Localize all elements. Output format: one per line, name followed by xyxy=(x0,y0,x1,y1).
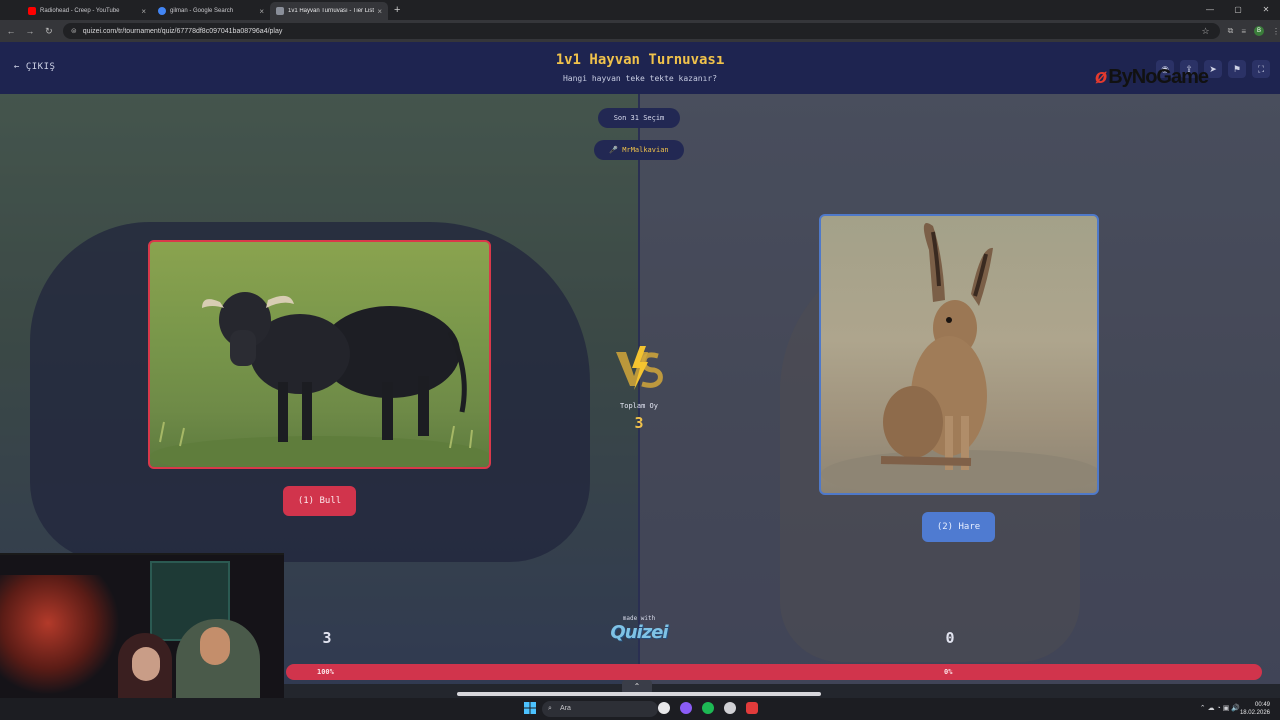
page-title: 1v1 Hayvan Turnuvası xyxy=(555,52,725,68)
search-placeholder: Ara xyxy=(560,705,571,712)
bynogame-mark-icon: ø xyxy=(1094,66,1107,88)
hare-percent: 0% xyxy=(944,668,953,676)
bull-vote-count: 3 xyxy=(322,629,332,647)
watermark-text: ByNoGame xyxy=(1108,66,1209,88)
hare-image[interactable] xyxy=(819,214,1099,495)
round-badge: Son 31 Seçim xyxy=(598,108,680,128)
taskbar-clock[interactable]: 00:49 18.02.2026 xyxy=(1240,701,1270,717)
google-icon xyxy=(158,7,166,15)
site-info-icon[interactable]: ⊜ xyxy=(71,27,77,35)
center-divider xyxy=(638,94,640,698)
tab-label: gilman - Google Search xyxy=(170,8,234,14)
tab-label: Radiohead - Creep - YouTube xyxy=(40,8,120,14)
page-subtitle: Hangi hayvan teke tekte kazanır? xyxy=(562,74,718,83)
tab-youtube[interactable]: Radiohead - Creep - YouTube × xyxy=(22,2,152,20)
hare-vote-count: 0 xyxy=(945,629,955,647)
made-with-label: made with xyxy=(622,615,656,622)
system-tray-icons[interactable]: ⌃ ☁ ◔ ▣ 🔊 xyxy=(1200,704,1240,712)
horizontal-scrollbar[interactable] xyxy=(457,692,821,696)
search-icon: ⌕ xyxy=(548,705,552,712)
bull-image[interactable] xyxy=(148,240,491,469)
reload-icon[interactable]: ↻ xyxy=(41,26,57,37)
menu-icon[interactable]: ≡ xyxy=(1241,27,1246,36)
tab-quizei[interactable]: 1v1 Hayvan Turnuvası - Tier List × xyxy=(270,2,388,20)
spotify-icon[interactable] xyxy=(702,702,714,714)
taskbar-search[interactable]: ⌕ Ara xyxy=(542,701,658,717)
tab-label: 1v1 Hayvan Turnuvası - Tier List xyxy=(288,8,374,14)
windows-start-icon[interactable] xyxy=(524,702,536,714)
new-tab-button[interactable]: + xyxy=(394,4,400,16)
url-text: quizei.com/tr/tournament/quiz/67778df8c0… xyxy=(82,27,283,35)
vs-icon xyxy=(616,346,663,390)
total-votes-value: 3 xyxy=(634,414,644,432)
user-badge: 🎤 MrMalkavian xyxy=(594,140,684,160)
flag-icon[interactable]: ⚑ xyxy=(1228,60,1246,78)
bull-percent: 100% xyxy=(317,668,334,676)
app-icon[interactable] xyxy=(680,702,692,714)
url-field[interactable]: ⊜ quizei.com/tr/tournament/quiz/67778df8… xyxy=(62,23,1220,39)
profile-avatar[interactable]: B xyxy=(1254,26,1264,36)
window-controls: — ▢ ✕ xyxy=(1196,0,1280,20)
maximize-icon[interactable]: ▢ xyxy=(1224,0,1252,20)
extensions-icon[interactable]: ⧉ xyxy=(1228,26,1234,36)
clock-date: 18.02.2026 xyxy=(1239,710,1270,716)
quizei-logo[interactable]: Quizei xyxy=(589,622,689,643)
youtube-icon xyxy=(28,7,36,15)
close-icon[interactable]: × xyxy=(259,7,264,16)
clock-time: 00:49 xyxy=(1254,702,1270,708)
vote-progress-bar: 100% 0% xyxy=(286,664,1262,680)
fullscreen-icon[interactable]: ⛶ xyxy=(1252,60,1270,78)
streamer-left-face xyxy=(132,647,160,681)
tab-google[interactable]: gilman - Google Search × xyxy=(152,2,270,20)
browser-tab-bar: Radiohead - Creep - YouTube × gilman - G… xyxy=(0,0,1280,20)
close-icon[interactable]: × xyxy=(141,7,146,16)
bynogame-logo: ø ByNoGame xyxy=(1094,66,1209,89)
bull-illustration xyxy=(150,292,489,467)
bookmark-star-icon[interactable]: ☆ xyxy=(1202,26,1210,37)
hare-illustration xyxy=(821,223,1097,493)
windows-taskbar: ⌕ Ara ⌃ ☁ ◔ ▣ 🔊 00:49 18.02.2026 xyxy=(0,698,1280,720)
address-bar-row: ← → ↻ ⊜ quizei.com/tr/tournament/quiz/67… xyxy=(0,20,1280,42)
choose-bull-button[interactable]: (1) Bull xyxy=(283,486,356,516)
kebab-menu-icon[interactable]: ⋮ xyxy=(1272,27,1280,36)
back-icon[interactable]: ← xyxy=(3,26,19,36)
streamer-right-face xyxy=(200,627,230,665)
chrome-icon[interactable] xyxy=(658,702,670,714)
app-icon-red[interactable] xyxy=(746,702,758,714)
close-icon[interactable]: × xyxy=(377,7,382,16)
close-window-icon[interactable]: ✕ xyxy=(1252,0,1280,20)
webcam-light xyxy=(0,575,120,695)
webcam-overlay xyxy=(0,553,284,716)
page-icon xyxy=(276,7,284,15)
choose-hare-button[interactable]: (2) Hare xyxy=(922,512,995,542)
forward-icon[interactable]: → xyxy=(22,26,38,36)
total-votes-label: Toplam Oy xyxy=(620,402,658,410)
obs-icon[interactable] xyxy=(724,702,736,714)
minimize-icon[interactable]: — xyxy=(1196,0,1224,20)
quiz-header: ← ÇIKIŞ 1v1 Hayvan Turnuvası Hangi hayva… xyxy=(0,42,1280,94)
